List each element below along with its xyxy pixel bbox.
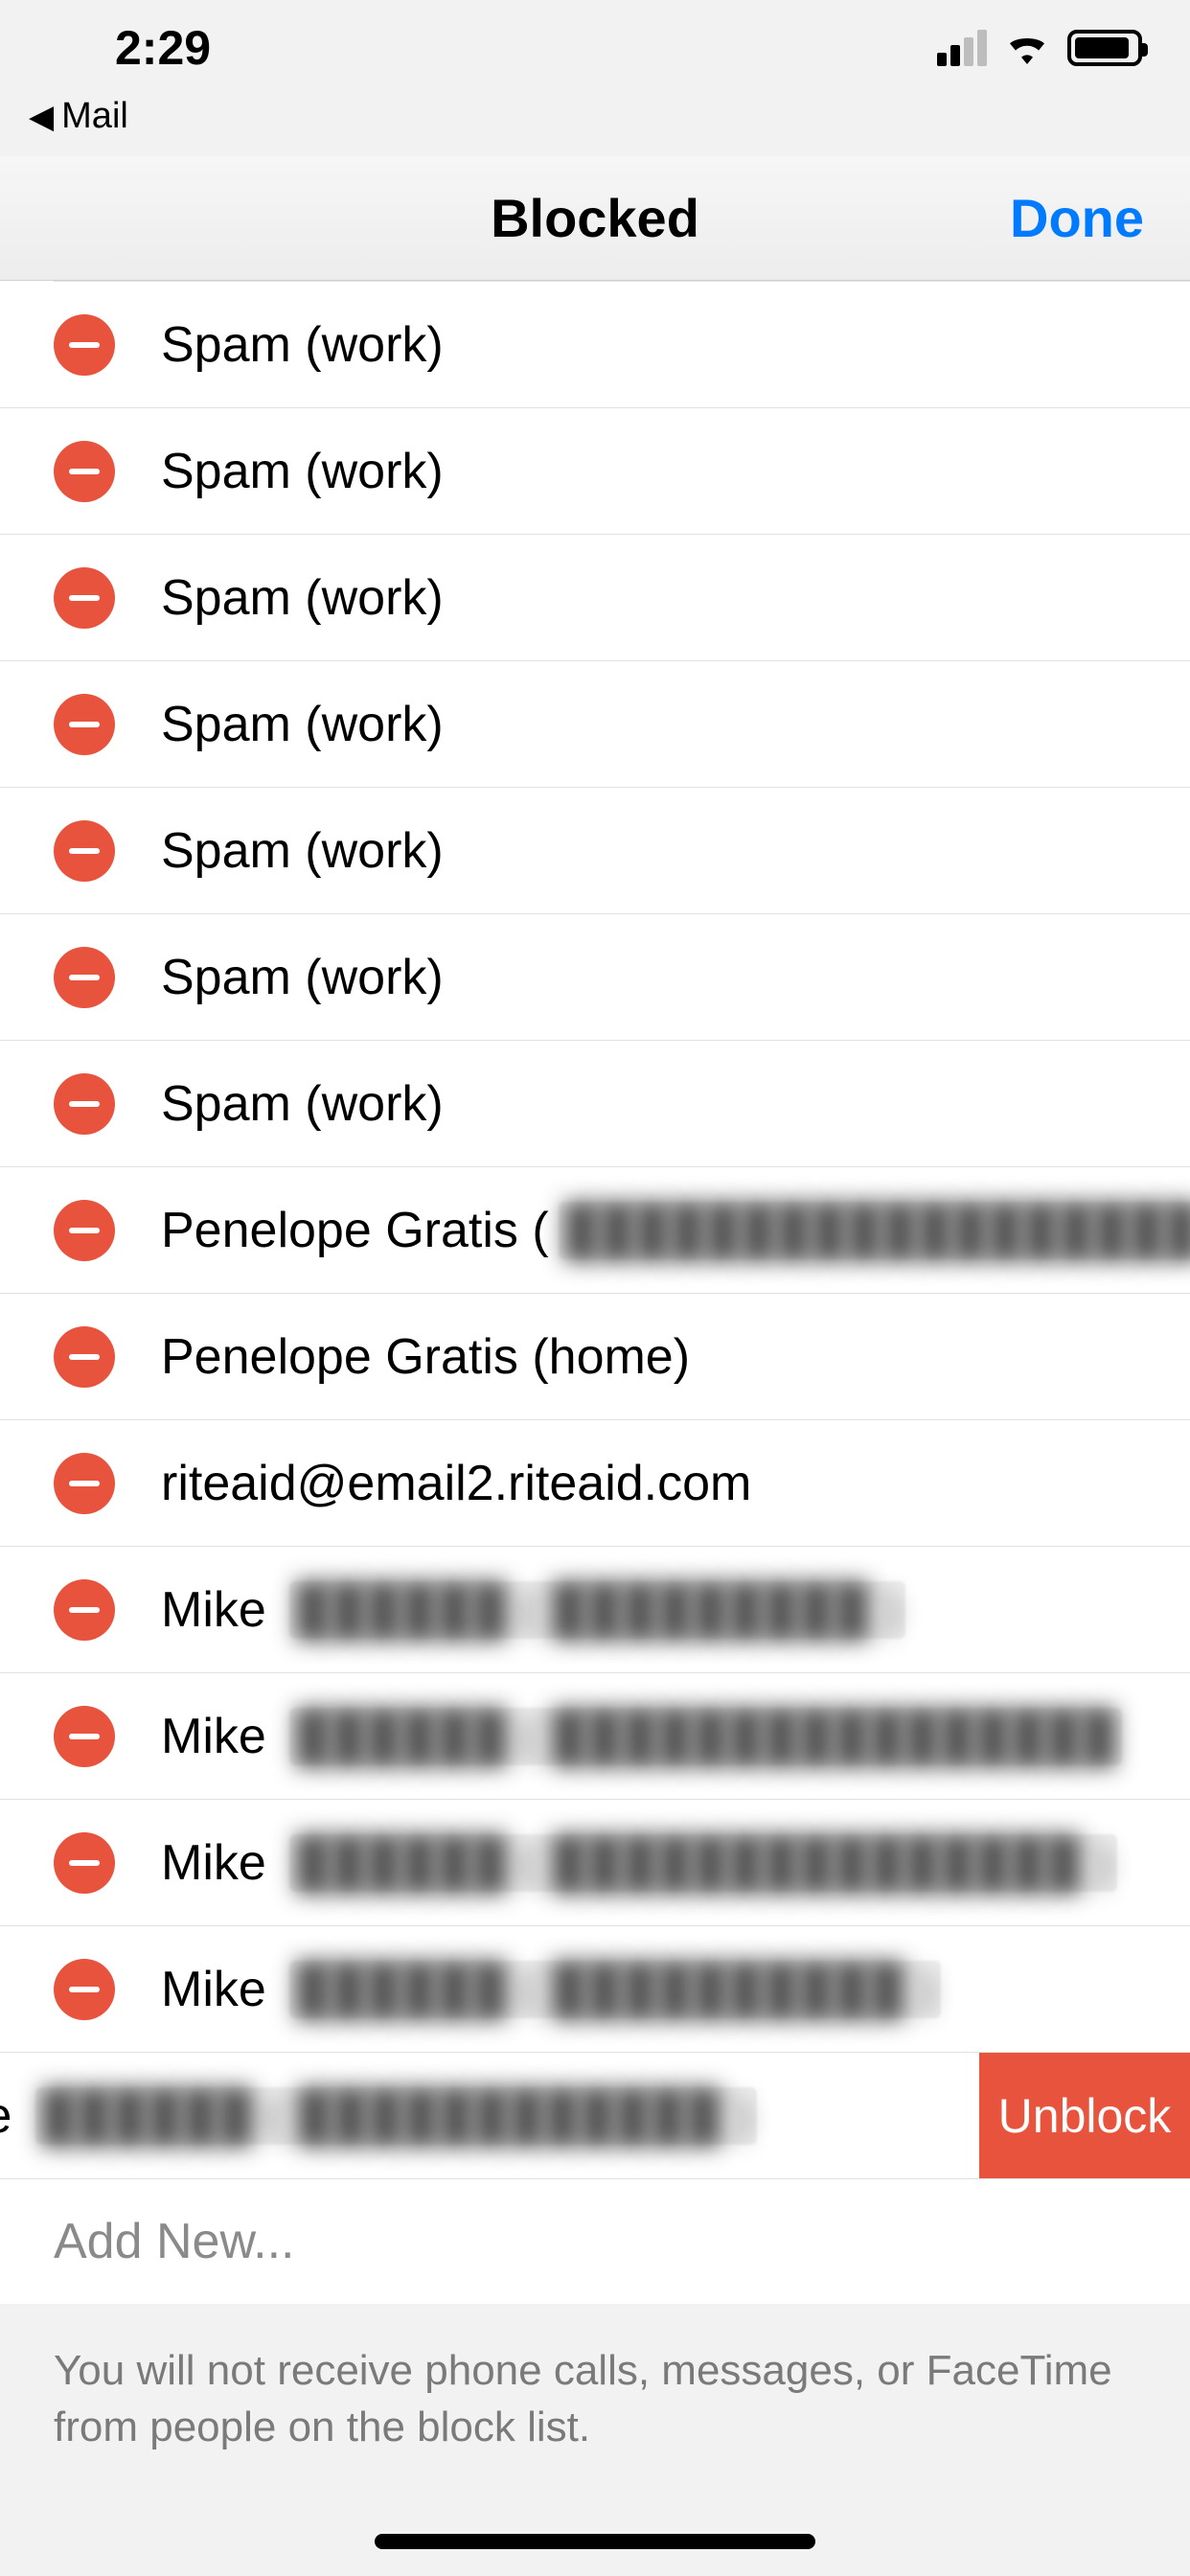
status-bar: 2:29 xyxy=(0,0,1190,96)
list-item[interactable]: Penelope Gratis (home) xyxy=(0,1294,1190,1420)
list-item-swiped[interactable]: ike ██████ ( ████████████ ) Unblock xyxy=(0,2053,1190,2179)
page-title: Blocked xyxy=(491,187,699,249)
contact-label: Spam (work) xyxy=(161,696,444,753)
redacted-text: ██████ ( ███████████████ ) xyxy=(289,1834,1117,1892)
delete-icon[interactable] xyxy=(54,1959,115,2020)
list-item[interactable]: Mike ██████ ( ████████████████ xyxy=(0,1673,1190,1800)
home-indicator[interactable] xyxy=(375,2534,815,2549)
delete-icon[interactable] xyxy=(54,567,115,629)
contact-label: Spam (work) xyxy=(161,822,444,880)
contact-label: Spam (work) xyxy=(161,316,444,374)
list-item[interactable]: Spam (work) xyxy=(0,661,1190,788)
contact-label: ike xyxy=(0,2087,26,2145)
status-time: 2:29 xyxy=(115,20,211,76)
delete-icon[interactable] xyxy=(54,1200,115,1261)
delete-icon[interactable] xyxy=(54,1073,115,1135)
blocked-list: Spam (work) Spam (work) Spam (work) Spam (w… xyxy=(0,281,1190,2179)
list-item[interactable]: Spam (work) xyxy=(0,914,1190,1041)
add-new-button[interactable]: Add New... xyxy=(0,2179,1190,2304)
list-item[interactable]: Mike ██████ ( ██████████ ) xyxy=(0,1926,1190,2053)
contact-label: Mike xyxy=(161,1581,280,1639)
delete-icon[interactable] xyxy=(54,1453,115,1514)
back-arrow-icon: ◀ xyxy=(29,98,54,136)
delete-icon[interactable] xyxy=(54,694,115,755)
contact-label: Spam (work) xyxy=(161,569,444,627)
footer-note: You will not receive phone calls, messag… xyxy=(0,2304,1190,2495)
contact-label: Penelope Gratis ( xyxy=(161,1202,549,1259)
list-item[interactable]: Spam (work) xyxy=(0,408,1190,535)
delete-icon[interactable] xyxy=(54,1832,115,1894)
delete-icon[interactable] xyxy=(54,1579,115,1641)
delete-icon[interactable] xyxy=(54,1326,115,1388)
contact-label: Spam (work) xyxy=(161,1075,444,1133)
list-item[interactable]: Spam (work) xyxy=(0,1041,1190,1167)
contact-label: Spam (work) xyxy=(161,949,444,1006)
delete-icon[interactable] xyxy=(54,947,115,1008)
list-item[interactable]: Spam (work) xyxy=(0,535,1190,661)
contact-label: riteaid@email2.riteaid.com xyxy=(161,1455,751,1512)
back-to-app[interactable]: ◀ Mail xyxy=(0,96,1190,156)
list-item[interactable]: Spam (work) xyxy=(0,282,1190,408)
unblock-button[interactable]: Unblock xyxy=(979,2053,1190,2178)
wifi-icon xyxy=(1004,20,1050,76)
list-item[interactable]: riteaid@email2.riteaid.com xyxy=(0,1420,1190,1547)
delete-icon[interactable] xyxy=(54,820,115,882)
list-item[interactable]: Mike ██████ ( █████████ ) xyxy=(0,1547,1190,1673)
list-item[interactable]: Mike ██████ ( ███████████████ ) xyxy=(0,1800,1190,1926)
contact-label: Mike xyxy=(161,1708,280,1765)
contact-label: Mike xyxy=(161,1834,280,1892)
delete-icon[interactable] xyxy=(54,441,115,502)
delete-icon[interactable] xyxy=(54,1706,115,1767)
done-button[interactable]: Done xyxy=(1010,187,1144,249)
contact-label: Mike xyxy=(161,1961,280,2018)
contact-label: Spam (work) xyxy=(161,443,444,500)
delete-icon[interactable] xyxy=(54,314,115,376)
cell-signal-icon xyxy=(937,30,987,66)
redacted-text: ██████ ( ████████████ ) xyxy=(35,2087,757,2145)
contact-label: Penelope Gratis (home) xyxy=(161,1328,690,1386)
redacted-text: ██████ ( ████████████████ xyxy=(289,1708,1122,1765)
battery-icon xyxy=(1067,30,1142,66)
list-item[interactable]: Spam (work) xyxy=(0,788,1190,914)
redacted-text: ██████ ( ██████████ ) xyxy=(289,1961,940,2018)
navbar: Blocked Done xyxy=(0,156,1190,281)
list-item[interactable]: Penelope Gratis (██████████████████ xyxy=(0,1167,1190,1294)
breadcrumb-label: Mail xyxy=(61,96,128,137)
redacted-text: ██████ ( █████████ ) xyxy=(289,1581,905,1639)
redacted-text: ██████████████████ xyxy=(559,1202,1190,1259)
